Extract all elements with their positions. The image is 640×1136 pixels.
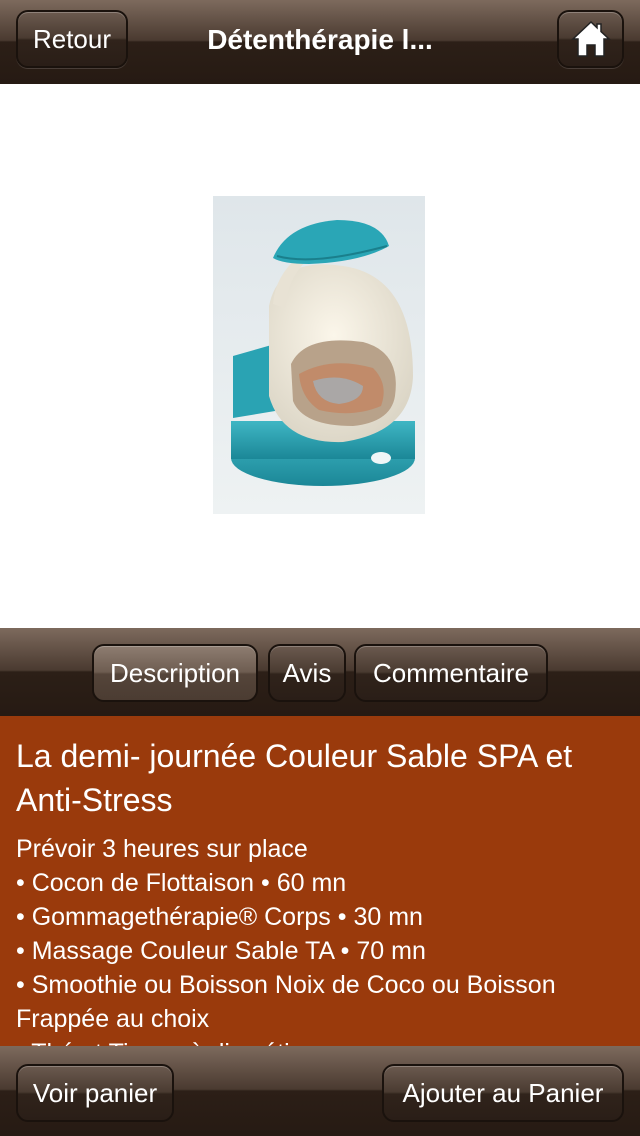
- tab-avis[interactable]: Avis: [268, 644, 346, 702]
- home-icon: [570, 20, 611, 57]
- back-button[interactable]: Retour: [16, 10, 128, 68]
- description-line: • Smoothie ou Boisson Noix de Coco ou Bo…: [16, 971, 556, 1033]
- tab-bar: Description Avis Commentaire: [0, 628, 640, 716]
- description-line: • Gommagethérapie® Corps • 30 mn: [16, 903, 423, 931]
- product-image: [213, 196, 425, 514]
- description-line: • Massage Couleur Sable TA • 70 mn: [16, 937, 426, 965]
- view-cart-button[interactable]: Voir panier: [16, 1064, 174, 1122]
- page-title: Détenthérapie l...: [207, 24, 433, 55]
- tab-commentaire[interactable]: Commentaire: [354, 644, 548, 702]
- description-line: Prévoir 3 heures sur place: [16, 835, 308, 863]
- description-line: • Thé et Tisane à discrétion: [16, 1036, 624, 1046]
- add-to-cart-button[interactable]: Ajouter au Panier: [382, 1064, 624, 1122]
- home-button[interactable]: [557, 10, 624, 68]
- product-title: La demi- journée Couleur Sable SPA et An…: [16, 738, 573, 818]
- description-line: • Cocon de Flottaison • 60 mn: [16, 869, 347, 897]
- top-navigation-bar: Retour Détenthérapie l...: [0, 0, 640, 84]
- bottom-toolbar: Voir panier Ajouter au Panier: [0, 1046, 640, 1136]
- description-panel[interactable]: La demi- journée Couleur Sable SPA et An…: [0, 716, 640, 1046]
- tab-description[interactable]: Description: [92, 644, 258, 702]
- description-list: Prévoir 3 heures sur place • Cocon de Fl…: [16, 832, 624, 1046]
- product-image-area: [0, 84, 640, 628]
